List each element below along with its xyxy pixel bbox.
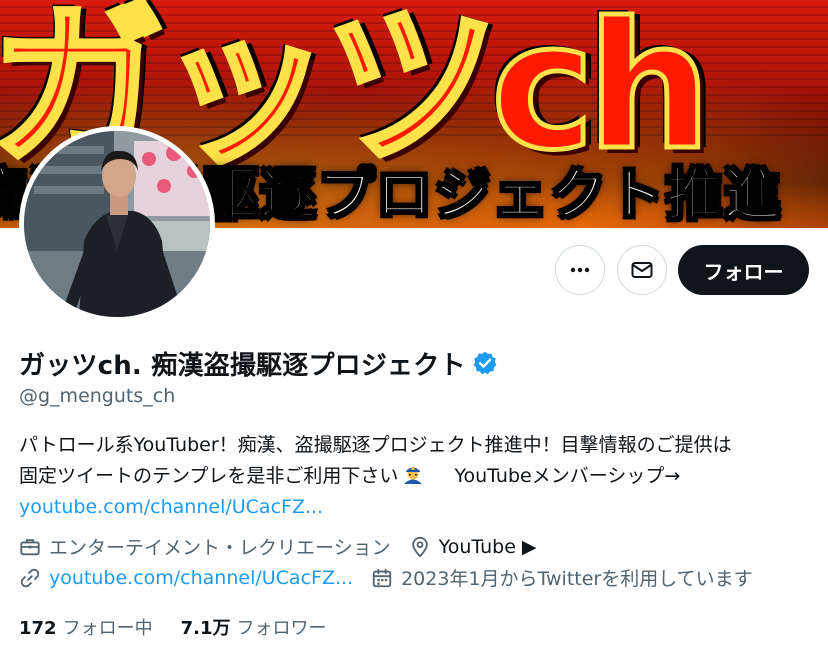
ellipsis-icon — [570, 267, 590, 273]
user-handle: @g_menguts_ch — [19, 385, 176, 407]
calendar-icon — [372, 568, 392, 587]
location-text: YouTube ▶ — [438, 535, 537, 558]
profile-meta-row-1: エンターテイメント・レクリエーション YouTube ▶ — [19, 533, 555, 560]
joined-item: 2023年1月からTwitterを利用しています — [371, 564, 753, 591]
bio-line-1: パトロール系YouTuber！痴漢、盗撮駆逐プロジェクト推進中！目撃情報のご提供… — [19, 434, 732, 456]
followers-stat[interactable]: 7.1万 フォロワー — [181, 614, 327, 640]
link-icon — [20, 568, 40, 587]
avatar-photo — [24, 131, 210, 317]
avatar[interactable] — [19, 126, 215, 322]
banner-headline: ガッツch — [0, 0, 714, 192]
man-police-officer-emoji-icon — [400, 464, 426, 486]
location-pin-icon — [411, 536, 428, 557]
bio-line-2: 固定ツイートのテンプレを是非ご利用下さい YouTubeメンバーシップ→ — [19, 461, 814, 492]
followers-count: 7.1万 — [180, 618, 231, 639]
category-item: エンターテイメント・レクリエーション — [19, 533, 391, 560]
category-text: エンターテイメント・レクリエーション — [49, 537, 391, 559]
following-label: フォロー中 — [62, 618, 153, 639]
following-count: 172 — [19, 618, 57, 639]
bio-link[interactable]: youtube.com/channel/UCacFZ... — [19, 492, 814, 523]
briefcase-icon — [20, 538, 40, 555]
website-link[interactable]: youtube.com/channel/UCacFZ... — [49, 567, 353, 589]
message-button[interactable] — [617, 245, 667, 295]
followers-label: フォロワー — [236, 618, 327, 639]
following-stat[interactable]: 172 フォロー中 — [19, 614, 153, 640]
envelope-icon — [631, 262, 653, 278]
website-item[interactable]: youtube.com/channel/UCacFZ... — [19, 567, 353, 589]
joined-text: 2023年1月からTwitterを利用しています — [401, 568, 753, 590]
bio-line-2-text: 固定ツイートのテンプレを是非ご利用下さい — [19, 465, 399, 487]
profile-bio: パトロール系YouTuber！痴漢、盗撮駆逐プロジェクト推進中！目撃情報のご提供… — [19, 430, 814, 523]
more-options-button[interactable] — [555, 245, 605, 295]
follow-button[interactable]: フォロー — [678, 245, 809, 295]
location-item: YouTube ▶ — [409, 536, 537, 558]
profile-meta-row-2: youtube.com/channel/UCacFZ... 2023年1月からT… — [19, 564, 771, 591]
name-row: ガッツch. 痴漢盗撮駆逐プロジェクト — [19, 343, 498, 383]
display-name: ガッツch. 痴漢盗撮駆逐プロジェクト — [19, 350, 466, 381]
bio-membership-text: YouTubeメンバーシップ→ — [454, 465, 681, 487]
follow-stats: 172 フォロー中 7.1万 フォロワー — [19, 614, 354, 640]
verified-badge-icon[interactable] — [472, 350, 498, 376]
